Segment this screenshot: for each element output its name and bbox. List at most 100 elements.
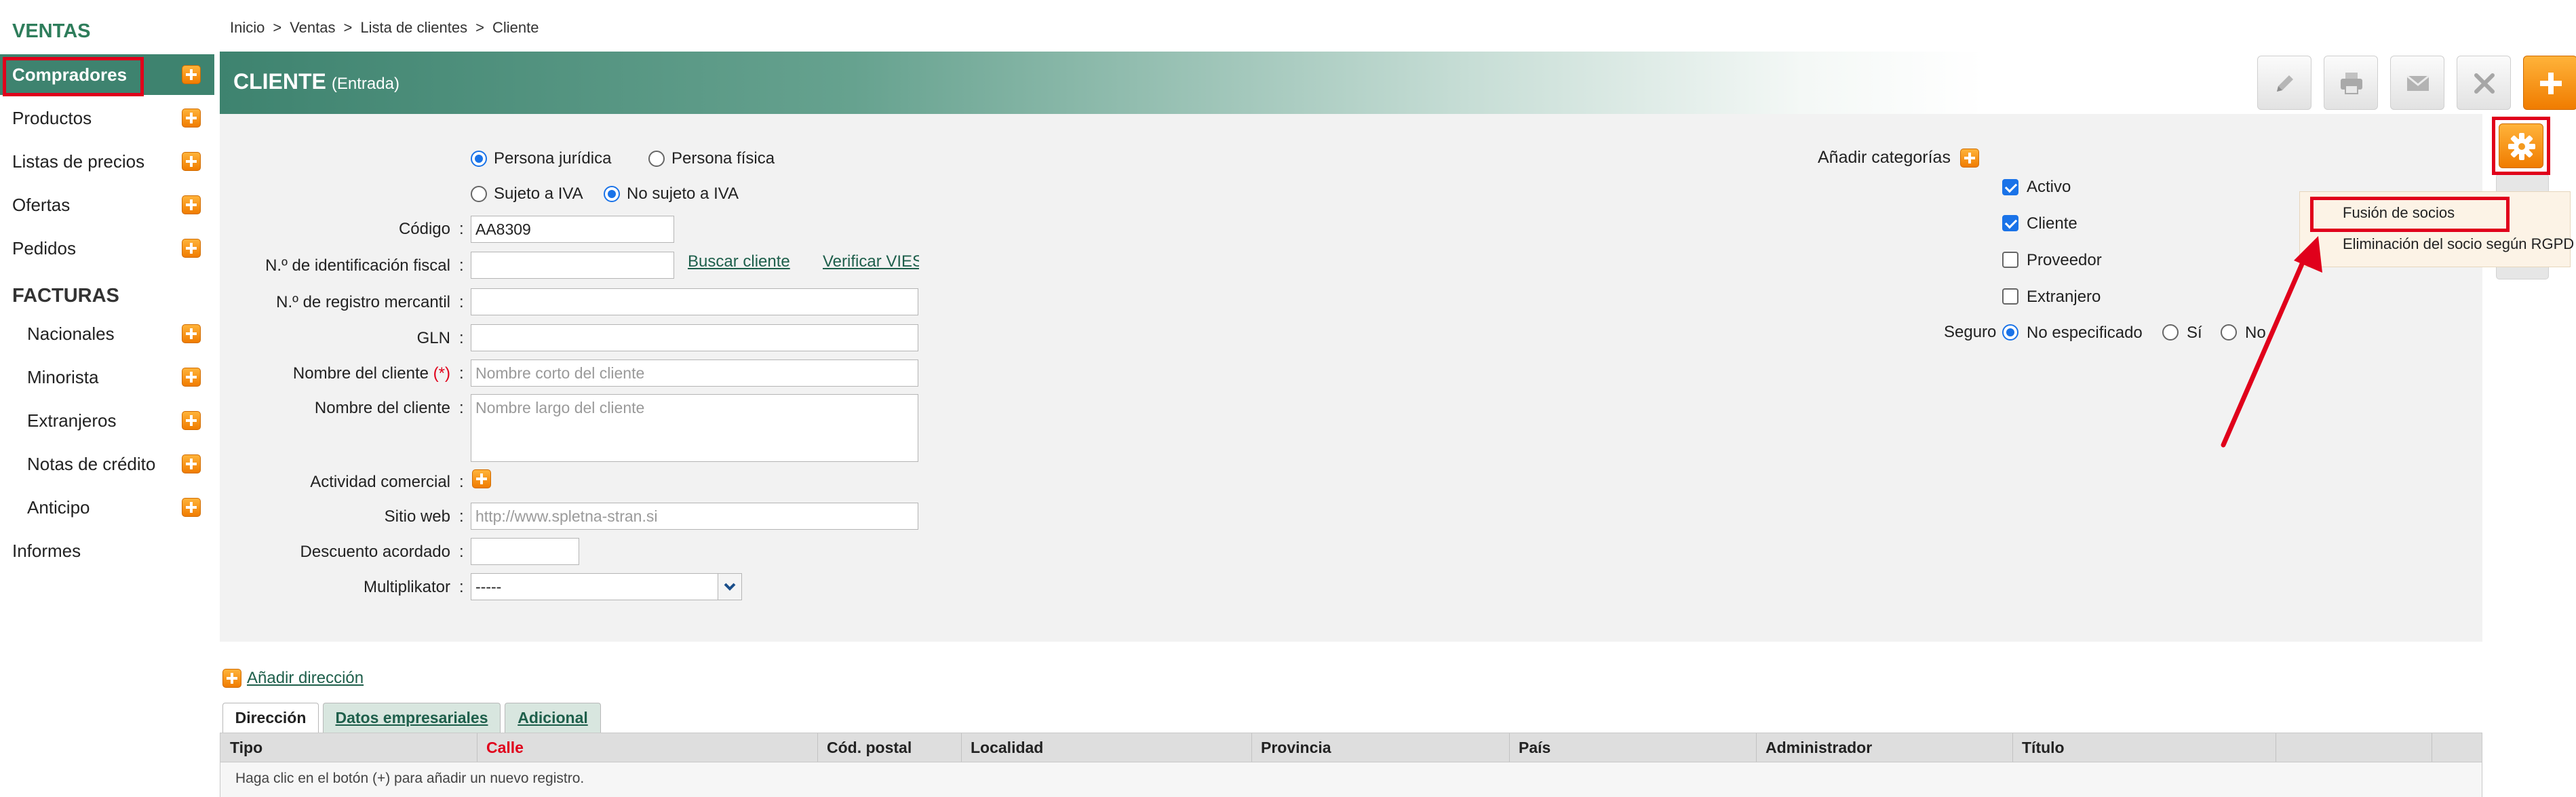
buscar-cliente-link[interactable]: Buscar cliente: [688, 252, 790, 271]
sidebar-item-label: Pedidos: [12, 238, 76, 258]
breadcrumb-lista-de-clientes[interactable]: Lista de clientes: [360, 19, 467, 36]
add-icon[interactable]: [182, 65, 201, 84]
gln-label: GLN: [416, 329, 450, 347]
column-header-localidad[interactable]: Localidad: [971, 733, 1043, 762]
breadcrumb-separator: >: [273, 19, 282, 36]
column-header-tipo[interactable]: Tipo: [230, 733, 262, 762]
radio-persona-juridica-label: Persona jurídica: [494, 149, 612, 168]
menu-item-eliminacion-rgpd[interactable]: Eliminación del socio según RGPD: [2343, 235, 2574, 253]
nombre-largo-label: Nombre del cliente: [314, 399, 450, 417]
radio-seguro-no-especificado[interactable]: [2002, 324, 2018, 341]
add-icon[interactable]: [182, 109, 201, 128]
checkbox-proveedor-label: Proveedor: [2027, 251, 2102, 269]
sidebar-item-extranjeros[interactable]: Extranjeros: [0, 400, 214, 441]
add-icon[interactable]: [182, 498, 201, 517]
verificar-vies-link[interactable]: Verificar VIES: [823, 252, 919, 271]
pencil-icon: [2277, 75, 2293, 92]
tab-direccion[interactable]: Dirección: [222, 703, 319, 733]
sidebar-item-informes[interactable]: Informes: [0, 530, 214, 571]
column-header-administrador[interactable]: Administrador: [1765, 733, 1872, 762]
multiplikator-select[interactable]: -----: [471, 573, 742, 600]
nombre-corto-input[interactable]: Nombre corto del cliente: [471, 359, 918, 387]
add-new-button[interactable]: [2523, 56, 2576, 110]
radio-seguro-si[interactable]: [2162, 324, 2179, 341]
cancel-button[interactable]: [2457, 56, 2511, 110]
column-header-calle[interactable]: Calle: [486, 733, 524, 762]
sidebar-item-anticipo[interactable]: Anticipo: [0, 487, 214, 528]
add-categories-label: Añadir categorías: [1818, 148, 1951, 167]
checkbox-activo-label: Activo: [2027, 178, 2071, 196]
sidebar-item-pedidos[interactable]: Pedidos: [0, 228, 214, 269]
column-header-pais[interactable]: País: [1519, 733, 1550, 762]
sidebar: VENTAS Compradores Productos Listas de p…: [0, 0, 214, 797]
descuento-label: Descuento acordado: [300, 543, 450, 561]
colon: :: [459, 256, 464, 275]
add-icon[interactable]: [182, 239, 201, 258]
add-address-icon[interactable]: [222, 669, 241, 688]
email-button[interactable]: [2390, 56, 2444, 110]
sidebar-item-label: Notas de crédito: [27, 454, 156, 474]
add-address-link[interactable]: Añadir dirección: [247, 669, 364, 688]
breadcrumb-inicio[interactable]: Inicio: [230, 19, 265, 36]
radio-no-sujeto-iva-label: No sujeto a IVA: [627, 184, 739, 203]
checkbox-proveedor[interactable]: [2002, 252, 2018, 268]
gln-input[interactable]: [471, 324, 918, 351]
page-title-text: CLIENTE: [233, 69, 326, 94]
radio-persona-fisica[interactable]: [648, 151, 665, 167]
codigo-input[interactable]: AA8309: [471, 216, 674, 243]
sidebar-item-minorista[interactable]: Minorista: [0, 357, 214, 397]
print-button[interactable]: [2324, 56, 2378, 110]
descuento-input[interactable]: [471, 538, 579, 565]
column-header-titulo[interactable]: Título: [2022, 733, 2065, 762]
add-actividad-icon[interactable]: [472, 469, 491, 488]
chevron-down-icon[interactable]: [718, 574, 741, 600]
sidebar-item-productos[interactable]: Productos: [0, 98, 214, 138]
column-divider: [1251, 733, 1252, 762]
tab-adicional[interactable]: Adicional: [505, 703, 601, 733]
address-table-header: Tipo Calle Cód. postal Localidad Provinc…: [220, 733, 2482, 762]
add-icon[interactable]: [182, 368, 201, 387]
checkbox-extranjero[interactable]: [2002, 288, 2018, 305]
multiplikator-label: Multiplikator: [363, 578, 450, 596]
breadcrumb-ventas[interactable]: Ventas: [290, 19, 335, 36]
radio-no-sujeto-iva[interactable]: [604, 186, 620, 202]
sidebar-item-nacionales[interactable]: Nacionales: [0, 313, 214, 354]
checkbox-cliente[interactable]: [2002, 215, 2018, 231]
nombre-largo-textarea[interactable]: Nombre largo del cliente: [471, 394, 918, 462]
sidebar-item-ofertas[interactable]: Ofertas: [0, 184, 214, 225]
add-category-icon[interactable]: [1960, 149, 1979, 168]
sitio-web-label: Sitio web: [384, 507, 450, 526]
column-divider: [817, 733, 818, 762]
radio-seguro-no-especificado-label: No especificado: [2027, 324, 2143, 342]
radio-sujeto-iva-label: Sujeto a IVA: [494, 184, 583, 203]
empty-table-message: Haga clic en el botón (+) para añadir un…: [235, 771, 585, 786]
add-icon[interactable]: [182, 152, 201, 171]
registro-mercantil-input[interactable]: [471, 288, 918, 315]
sidebar-item-listas-de-precios[interactable]: Listas de precios: [0, 141, 214, 182]
edit-button[interactable]: [2257, 56, 2311, 110]
add-icon[interactable]: [182, 324, 201, 343]
nif-label: N.º de identificación fiscal: [265, 256, 450, 275]
radio-sujeto-iva[interactable]: [471, 186, 487, 202]
add-icon[interactable]: [182, 411, 201, 430]
page-subtitle: (Entrada): [331, 75, 399, 93]
add-icon[interactable]: [182, 454, 201, 473]
column-header-cod-postal[interactable]: Cód. postal: [827, 733, 912, 762]
sidebar-item-notas-de-credito[interactable]: Notas de crédito: [0, 444, 214, 484]
printer-icon: [2341, 73, 2362, 94]
sidebar-item-label: Nacionales: [27, 324, 115, 344]
plus-icon: [2540, 73, 2562, 94]
radio-persona-fisica-label: Persona física: [671, 149, 775, 168]
section-facturas: FACTURAS: [12, 285, 119, 307]
checkbox-cliente-label: Cliente: [2027, 214, 2077, 233]
tab-datos-empresariales[interactable]: Datos empresariales: [323, 703, 501, 733]
add-icon[interactable]: [182, 195, 201, 214]
checkbox-activo[interactable]: [2002, 179, 2018, 195]
nif-input[interactable]: [471, 252, 674, 279]
sidebar-item-label: Listas de precios: [12, 151, 145, 172]
column-header-provincia[interactable]: Provincia: [1261, 733, 1331, 762]
sitio-web-input[interactable]: http://www.spletna-stran.si: [471, 503, 918, 530]
radio-persona-juridica[interactable]: [471, 151, 487, 167]
colon: :: [459, 543, 464, 561]
colon: :: [459, 507, 464, 526]
